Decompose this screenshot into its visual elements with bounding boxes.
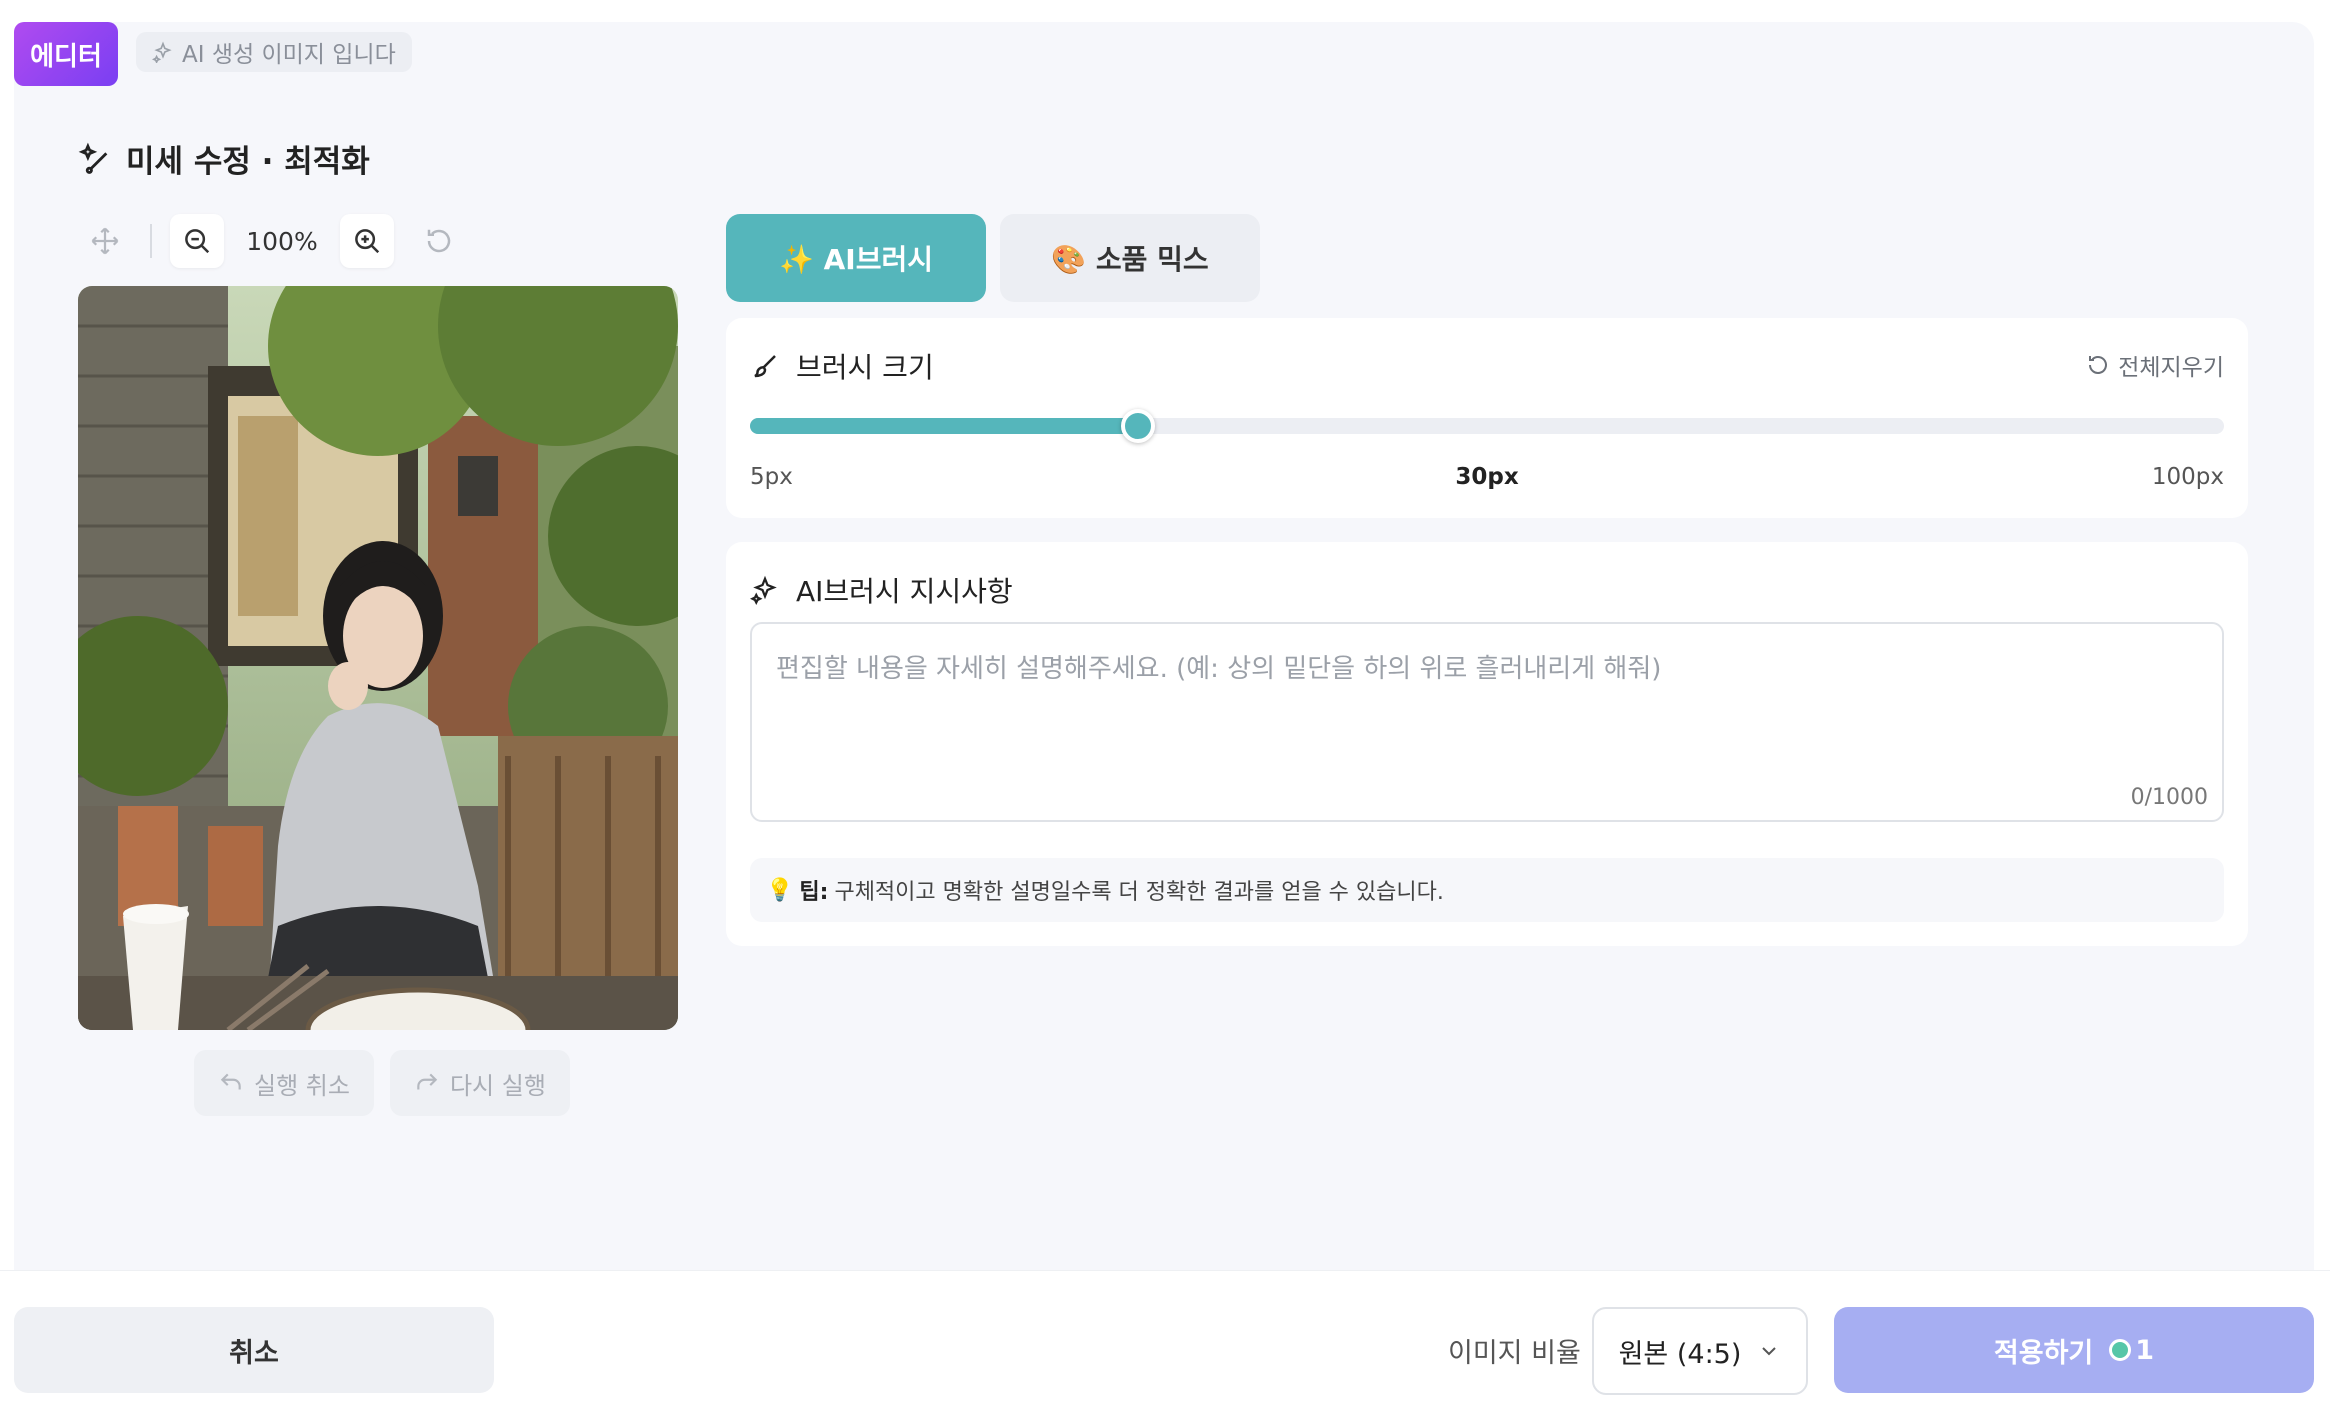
ai-generated-tag: AI 생성 이미지 입니다 <box>136 32 412 72</box>
instructions-card: AI브러시 지시사항 0/1000 💡 팁: 구체적이고 명확한 설명일수록 더… <box>726 542 2248 946</box>
mode-tabs: ✨ AI브러시 🎨 소품 믹스 <box>726 214 1260 302</box>
tab-prop-mix[interactable]: 🎨 소품 믹스 <box>1000 214 1260 302</box>
zoom-in-button[interactable] <box>340 214 394 268</box>
credit-count: 1 <box>2135 1334 2155 1366</box>
sparkle-icon <box>152 41 172 63</box>
zoom-in-icon <box>355 229 380 254</box>
slider-max-label: 100px <box>2151 464 2224 490</box>
edit-canvas-image[interactable] <box>78 286 678 1030</box>
tip-label: 팁: <box>799 880 829 905</box>
instructions-input[interactable] <box>752 624 2222 820</box>
clear-all-label: 전체지우기 <box>2118 355 2224 381</box>
slider-current-value: 30px <box>1455 464 1519 490</box>
brush-size-header: 브러시 크기 <box>750 346 934 386</box>
zoom-out-icon <box>185 229 210 254</box>
pan-button[interactable] <box>78 214 132 268</box>
undo-icon <box>220 1073 241 1090</box>
rotate-icon <box>427 229 451 253</box>
brush-icon <box>754 355 776 378</box>
brush-size-title: 브러시 크기 <box>796 351 934 384</box>
credit-coin-icon <box>2109 1339 2132 1361</box>
clear-all-button[interactable]: 전체지우기 <box>2086 348 2224 382</box>
canvas-toolbar: 100% <box>78 214 466 268</box>
undo-label: 실행 취소 <box>254 1071 350 1100</box>
brush-size-slider[interactable] <box>750 409 2224 443</box>
reset-view-button[interactable] <box>412 214 466 268</box>
move-icon <box>91 227 119 255</box>
apply-label: 적용하기 <box>1993 1337 2094 1369</box>
char-count: 0/1000 <box>2130 785 2208 810</box>
magic-wand-icon <box>78 142 108 174</box>
lightbulb-icon: 💡 <box>766 877 794 903</box>
aspect-ratio-value: 원본 (4:5) <box>1618 1338 1742 1370</box>
bottom-action-bar: 취소 이미지 비율 원본 (4:5) 적용하기 1 <box>0 1270 2330 1410</box>
section-title-text: 미세 수정 · 최적화 <box>126 144 370 180</box>
section-title: 미세 수정 · 최적화 <box>78 136 370 181</box>
apply-button[interactable]: 적용하기 1 <box>1834 1307 2314 1393</box>
credit-cost: 1 <box>2109 1335 2154 1366</box>
slider-thumb[interactable] <box>1120 409 1155 443</box>
tip-text: 구체적이고 명확한 설명일수록 더 정확한 결과를 얻을 수 있습니다. <box>834 880 1444 905</box>
ai-tag-label: AI 생성 이미지 입니다 <box>182 42 396 68</box>
instructions-header: AI브러시 지시사항 <box>750 570 1013 610</box>
history-controls: 실행 취소 다시 실행 <box>194 1050 570 1116</box>
undo-button[interactable]: 실행 취소 <box>194 1050 374 1116</box>
chevron-down-icon <box>1762 1347 1777 1356</box>
toolbar-divider <box>150 224 152 258</box>
tab-ai-brush[interactable]: ✨ AI브러시 <box>726 214 986 302</box>
slider-fill <box>750 418 1138 434</box>
sparkle-icon <box>750 575 777 605</box>
zoom-out-button[interactable] <box>170 214 224 268</box>
cancel-button[interactable]: 취소 <box>14 1307 494 1393</box>
aspect-ratio-select[interactable]: 원본 (4:5) <box>1592 1307 1808 1395</box>
brush-size-card: 브러시 크기 전체지우기 5px 30px 100px <box>726 318 2248 518</box>
redo-label: 다시 실행 <box>449 1071 546 1100</box>
editor-badge: 에디터 <box>14 22 118 86</box>
redo-button[interactable]: 다시 실행 <box>389 1050 570 1116</box>
instructions-title: AI브러시 지시사항 <box>796 575 1013 608</box>
tip-box: 💡 팁: 구체적이고 명확한 설명일수록 더 정확한 결과를 얻을 수 있습니다… <box>750 858 2224 922</box>
instructions-field[interactable]: 0/1000 <box>750 622 2224 822</box>
photo-illustration <box>78 286 678 1030</box>
redo-icon <box>417 1073 438 1090</box>
zoom-level: 100% <box>246 226 318 256</box>
reset-icon <box>2089 356 2108 374</box>
aspect-ratio-label: 이미지 비율 <box>1448 1338 1581 1369</box>
